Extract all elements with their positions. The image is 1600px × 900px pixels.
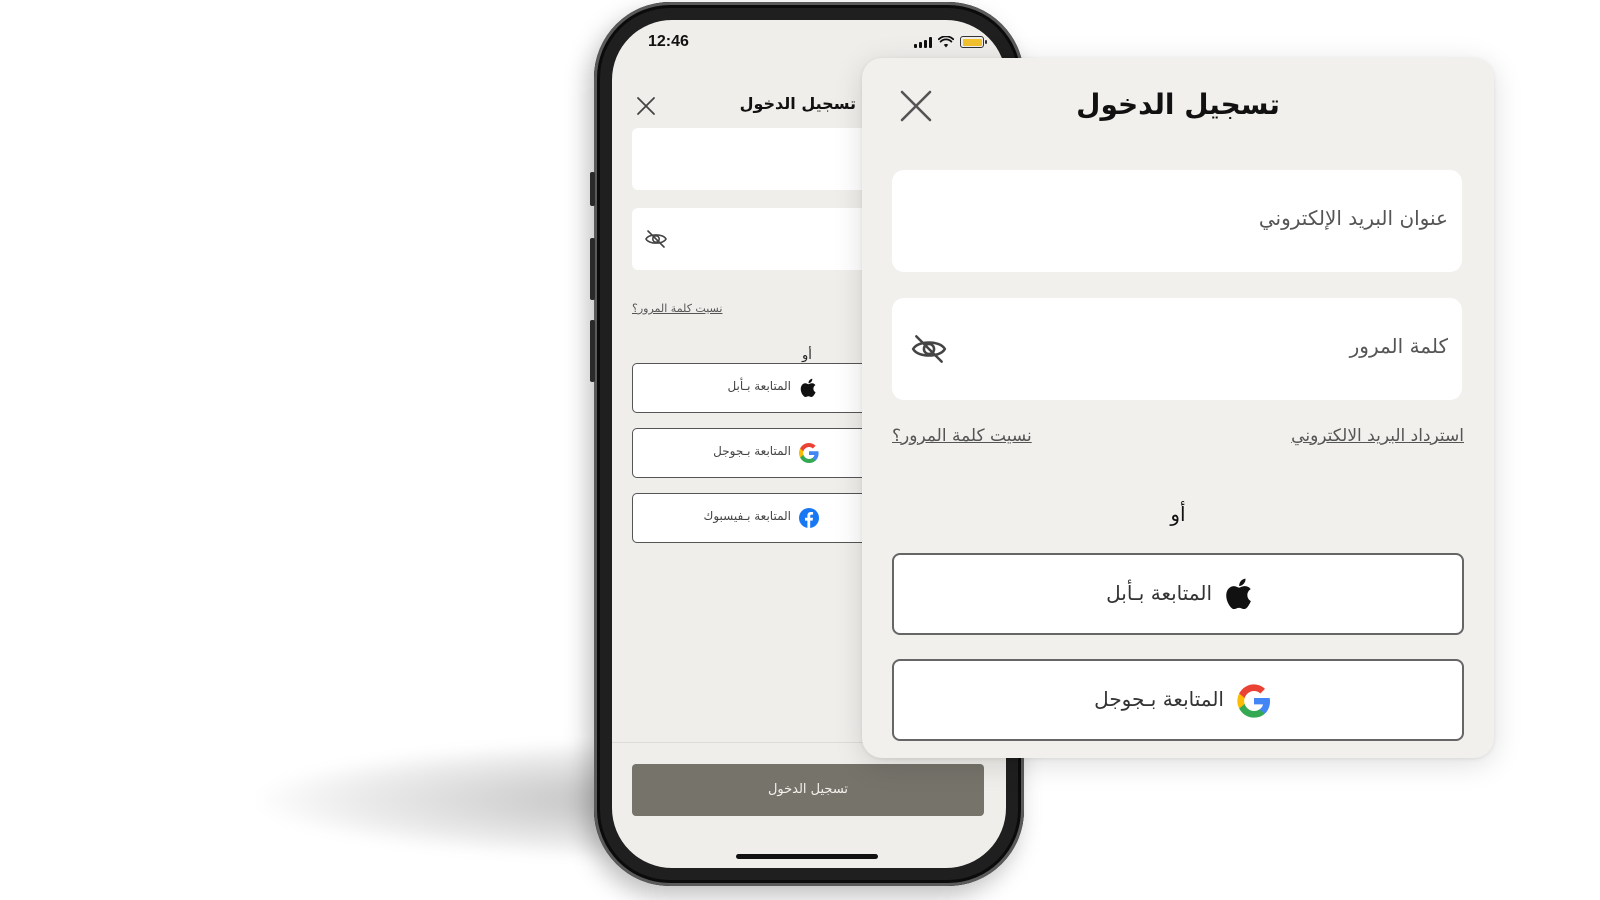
forgot-password-link[interactable]: نسيت كلمة المرور؟ — [632, 302, 722, 315]
password-placeholder: كلمة المرور — [1349, 334, 1448, 358]
recover-email-link[interactable]: استرداد البريد الالكتروني — [1291, 426, 1464, 446]
phone-volume-up — [590, 238, 595, 300]
google-icon — [1237, 684, 1270, 718]
stage: 12:46 تسجيل الدخول نسيت كلمة المرور؟ أو … — [0, 0, 1600, 900]
forgot-password-link[interactable]: نسيت كلمة المرور؟ — [892, 426, 1032, 446]
signal-icon — [914, 36, 932, 48]
close-icon[interactable] — [634, 94, 658, 118]
home-indicator — [736, 854, 878, 859]
apple-icon — [1226, 578, 1251, 610]
google-icon — [799, 443, 819, 463]
google-signin-button[interactable]: المتابعة بـجوجل — [892, 659, 1464, 741]
eye-off-icon[interactable] — [910, 330, 948, 368]
apple-icon — [800, 378, 816, 398]
apple-signin-button[interactable]: المتابعة بـأبل — [892, 553, 1464, 635]
phone-action-button — [590, 172, 595, 206]
eye-off-icon[interactable] — [644, 227, 668, 251]
phone-volume-down — [590, 320, 595, 382]
card-title: تسجيل الدخول — [1076, 88, 1280, 121]
email-field[interactable]: عنوان البريد الإلكتروني — [892, 170, 1462, 272]
password-field[interactable]: كلمة المرور — [892, 298, 1462, 400]
status-time: 12:46 — [648, 33, 689, 50]
or-separator: أو — [1170, 502, 1186, 526]
login-button[interactable]: تسجيل الدخول — [632, 764, 984, 816]
or-separator: أو — [802, 348, 812, 363]
zoomed-login-card: تسجيل الدخول عنوان البريد الإلكتروني كلم… — [862, 58, 1494, 758]
apple-signin-label: المتابعة بـأبل — [1106, 581, 1212, 605]
facebook-signin-label: المتابعة بـفيسبوك — [703, 509, 791, 523]
facebook-icon — [799, 508, 819, 528]
wifi-icon — [938, 36, 954, 48]
battery-icon — [960, 36, 987, 48]
status-icons — [914, 36, 987, 48]
page-title: تسجيل الدخول — [739, 94, 856, 113]
google-signin-label: المتابعة بـجوجل — [713, 444, 791, 458]
email-placeholder: عنوان البريد الإلكتروني — [1258, 206, 1448, 230]
google-signin-label: المتابعة بـجوجل — [1094, 687, 1224, 711]
apple-signin-label: المتابعة بـأبل — [727, 379, 791, 393]
